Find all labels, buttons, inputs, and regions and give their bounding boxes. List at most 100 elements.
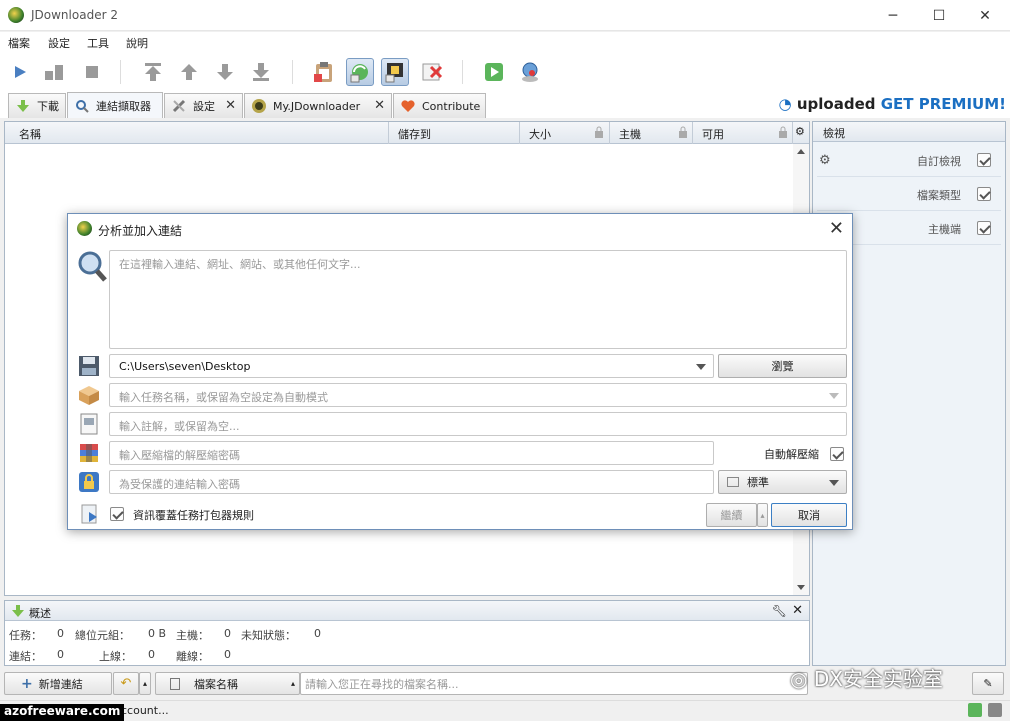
links-textarea[interactable]: 在這裡輸入連結、網址、網站、或其他任何文字... [109, 250, 847, 349]
floppy-disk-icon [79, 356, 99, 376]
premium-lock-icon[interactable] [381, 58, 409, 86]
priority-select[interactable]: 標準 [718, 470, 847, 494]
myjd-logo-icon [251, 98, 267, 114]
menu-help[interactable]: 說明 [126, 35, 148, 51]
link-password-placeholder: 為受保護的連結輸入密碼 [119, 478, 240, 491]
hosts-label: 主機： [176, 629, 209, 642]
stepper-icon[interactable]: ▴ [139, 672, 151, 695]
archive-password-input[interactable]: 輸入壓縮檔的解壓縮密碼 [109, 441, 714, 465]
package-name-placeholder: 輸入任務名稱，或保留為空設定為自動模式 [119, 391, 328, 404]
continue-button[interactable]: 繼續 [706, 503, 757, 527]
pause-icon[interactable] [40, 58, 68, 86]
save-path-select[interactable]: C:\Users\seven\Desktop [109, 354, 714, 378]
close-window-button[interactable]: ✕ [962, 0, 1008, 31]
col-host[interactable]: 主機 [619, 126, 641, 142]
unknown-status-value: 0 [314, 627, 321, 640]
browse-button[interactable]: 瀏覽 [718, 354, 847, 378]
override-rules-checkbox[interactable] [110, 507, 124, 521]
premium-banner[interactable]: ◔ uploaded GET PREMIUM! [779, 95, 1006, 113]
tab-downloads[interactable]: 下載 [8, 93, 66, 118]
play-icon[interactable] [6, 58, 34, 86]
move-up-icon[interactable] [175, 58, 203, 86]
overview-title: 概述 [29, 607, 51, 620]
archive-icon [80, 444, 98, 462]
package-name-input[interactable]: 輸入任務名稱，或保留為空設定為自動模式 [109, 383, 847, 407]
move-bottom-icon[interactable] [247, 58, 275, 86]
move-down-icon[interactable] [211, 58, 239, 86]
note-icon [80, 413, 98, 435]
menu-bar: 檔案 設定 工具 說明 [0, 32, 1010, 52]
window-title: JDownloader 2 [31, 8, 118, 22]
download-arrow-icon [15, 98, 31, 114]
menu-settings[interactable]: 設定 [48, 35, 70, 51]
search-placeholder: 請輸入您正在尋找的檔案名稱... [305, 677, 459, 691]
close-overview-icon[interactable]: ✕ [792, 603, 803, 618]
close-tab-settings-icon[interactable]: ✕ [225, 98, 236, 113]
filetype-checkbox[interactable] [977, 187, 991, 201]
move-top-icon[interactable] [139, 58, 167, 86]
reconnect-icon[interactable] [346, 58, 374, 86]
clipboard-icon[interactable] [310, 58, 338, 86]
column-header: 名稱 儲存到 大小 主機 可用 ⚙ [5, 122, 809, 144]
wrench-icon[interactable]: 🔧︎ [772, 604, 787, 618]
close-dialog-icon[interactable]: ✕ [829, 218, 844, 239]
cancel-button[interactable]: 取消 [771, 503, 847, 527]
tab-myjdownloader[interactable]: My.JDownloader ✕ [244, 93, 392, 118]
pen-icon[interactable]: ✎ [972, 672, 1004, 695]
col-name[interactable]: 名稱 [19, 126, 41, 142]
col-save-to[interactable]: 儲存到 [398, 126, 431, 142]
view-option-filetype[interactable]: 檔案類型 [817, 178, 1001, 211]
comment-input[interactable]: 輸入註解，或保留為空... [109, 412, 847, 436]
menu-tools[interactable]: 工具 [87, 35, 109, 51]
jdownloader-logo-icon [8, 7, 24, 23]
link-password-input[interactable]: 為受保護的連結輸入密碼 [109, 470, 714, 494]
priority-value: 標準 [747, 476, 769, 489]
links-value: 0 [57, 648, 64, 661]
dialog-title: 分析並加入連結 [98, 224, 183, 238]
lab-watermark-text: DX安全实验室 [813, 667, 943, 691]
hoster-checkbox[interactable] [977, 221, 991, 235]
tab-settings[interactable]: 設定 ✕ [164, 93, 243, 118]
custom-view-checkbox[interactable] [977, 153, 991, 167]
update-icon[interactable] [480, 58, 508, 86]
auto-extract-label: 自動解壓縮 [764, 448, 819, 461]
premium-status-icon[interactable] [988, 703, 1002, 717]
maximize-button[interactable]: ☐ [916, 0, 962, 31]
tab-linkgrabber[interactable]: 連結擷取器 [67, 92, 163, 118]
wechat-logo-icon: ◎ [790, 667, 814, 691]
continue-options-icon[interactable]: ▴ [757, 503, 768, 527]
col-availability[interactable]: 可用 [702, 126, 724, 142]
plus-icon: + [21, 675, 33, 692]
document-arrow-icon [81, 504, 97, 524]
column-settings-gear-icon[interactable]: ⚙ [795, 125, 805, 138]
heart-icon [400, 98, 416, 114]
tools-icon [171, 98, 187, 114]
tab-contribute[interactable]: Contribute [393, 93, 486, 118]
update-status-icon[interactable] [968, 703, 982, 717]
add-links-button[interactable]: + 新增連結 [4, 672, 112, 695]
close-tab-myjdownloader-icon[interactable]: ✕ [374, 98, 385, 113]
comment-placeholder: 輸入註解，或保留為空... [119, 420, 240, 433]
col-size[interactable]: 大小 [529, 126, 551, 142]
toolbar [0, 52, 1010, 92]
view-option-custom[interactable]: 自訂檢視 [817, 144, 1001, 177]
magnifier-icon [78, 251, 107, 282]
lab-watermark: ◎ DX安全实验室 [790, 663, 943, 692]
folder-icon [727, 477, 739, 487]
stop-icon[interactable] [78, 58, 106, 86]
menu-file[interactable]: 檔案 [8, 35, 30, 51]
reset-icon[interactable]: ↶ [113, 672, 139, 695]
network-globe-icon[interactable] [516, 58, 544, 86]
minimize-button[interactable]: ─ [870, 0, 916, 31]
clear-list-icon[interactable] [418, 58, 446, 86]
search-input[interactable]: 請輸入您正在尋找的檔案名稱... [300, 672, 808, 695]
view-option-label: 自訂檢視 [917, 155, 961, 168]
unknown-status-label: 未知狀態： [241, 629, 296, 642]
tab-linkgrabber-label: 連結擷取器 [96, 99, 151, 113]
padlock-icon [79, 472, 99, 492]
promo-cta: GET PREMIUM! [880, 95, 1006, 113]
tab-bar: 下載 連結擷取器 設定 ✕ My.JDownloader ✕ Contribut… [0, 92, 1010, 118]
search-type-select[interactable]: 檔案名稱 ▴ [155, 672, 300, 695]
chevron-up-icon: ▴ [290, 679, 295, 688]
auto-extract-checkbox[interactable] [830, 447, 844, 461]
